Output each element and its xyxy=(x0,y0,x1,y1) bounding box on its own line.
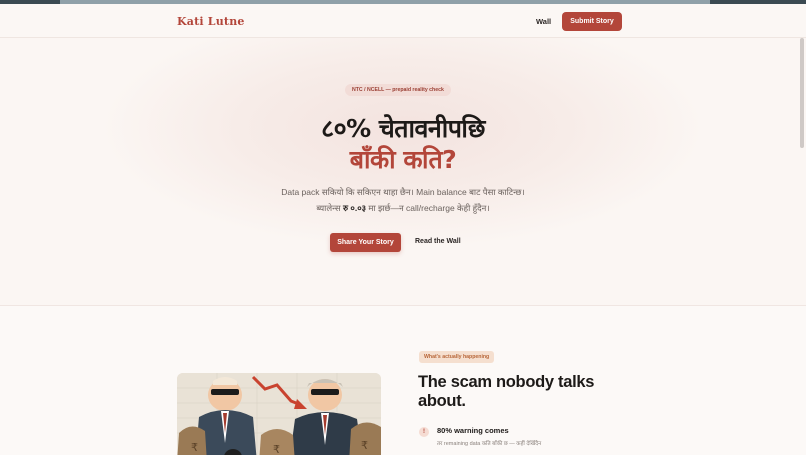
section-tag: What's actually happening xyxy=(419,351,495,363)
top-nav: Kati Lutne Wall Submit Story xyxy=(0,4,806,38)
feature-title: 80% warning comes xyxy=(437,426,509,435)
hero-subtitle-line2: ब्यालेन्स रु ०.०३ मा झर्छ—न call/recharg… xyxy=(0,203,806,214)
cartoon-businessmen-image: ₹ ₹ ₹ xyxy=(177,373,381,455)
svg-text:₹: ₹ xyxy=(361,439,368,452)
brand-logo[interactable]: Kati Lutne xyxy=(177,15,245,28)
section-heading: The scam nobody talks about. xyxy=(418,373,595,410)
svg-text:₹: ₹ xyxy=(273,443,280,455)
subtitle-text-before: ब्यालेन्स xyxy=(316,203,343,213)
hero-title-line1: ८०% चेतावनीपछि xyxy=(321,114,485,143)
submit-story-button[interactable]: Submit Story xyxy=(562,12,622,31)
feature-description: तर remaining data कति बाँकी छ — कहीं देख… xyxy=(437,441,542,447)
subtitle-balance-amount: रु ०.०३ xyxy=(342,203,367,213)
scam-section: ₹ ₹ ₹ What's actually happening The scam… xyxy=(0,306,806,455)
hero-title-line2: बाँकी कति? xyxy=(349,145,457,174)
read-wall-link[interactable]: Read the Wall xyxy=(415,238,461,245)
nav-wall-link[interactable]: Wall xyxy=(536,17,551,26)
hero-subtitle-line1: Data pack सकियो कि सकिएन थाहा छैन। Main … xyxy=(281,187,525,197)
hero-pill-badge: NTC / NCELL — prepaid reality check xyxy=(345,84,451,96)
subtitle-text-after: मा झर्छ—न call/recharge केही हुँदैन। xyxy=(366,203,490,213)
hero-section: NTC / NCELL — prepaid reality check ८०% … xyxy=(0,38,806,306)
page-scrollbar[interactable] xyxy=(800,38,804,148)
svg-text:₹: ₹ xyxy=(191,441,198,454)
share-story-button[interactable]: Share Your Story xyxy=(330,233,401,252)
warning-icon: ! xyxy=(419,427,429,437)
scam-illustration: ₹ ₹ ₹ xyxy=(177,373,381,455)
